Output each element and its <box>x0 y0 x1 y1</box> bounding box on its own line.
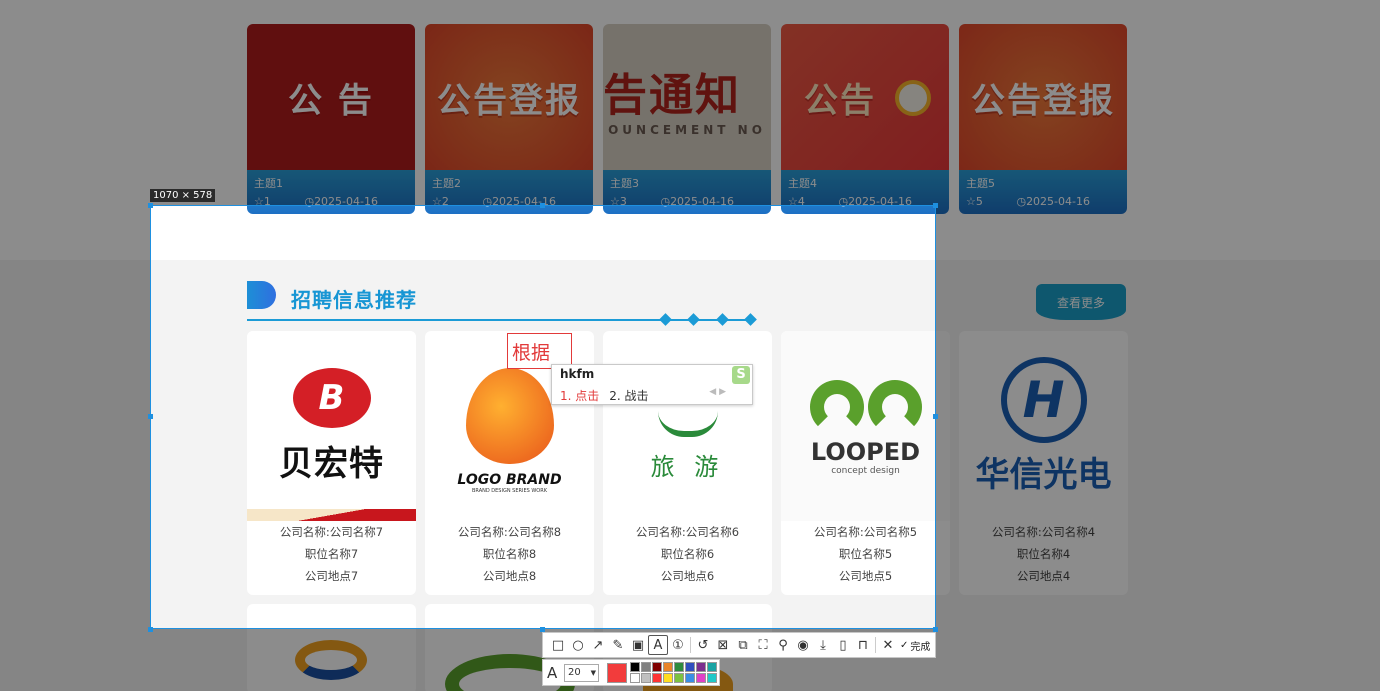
resize-handle[interactable] <box>148 414 153 419</box>
record-icon[interactable]: ◉ <box>793 635 813 655</box>
font-icon: A <box>547 664 558 682</box>
undo-icon[interactable]: ↺ <box>693 635 713 655</box>
color-swatch[interactable] <box>707 673 717 683</box>
ime-candidate[interactable]: 2. 战击 <box>609 387 648 404</box>
mosaic-icon[interactable]: ▣ <box>628 635 648 655</box>
done-label: 完成 <box>910 641 931 653</box>
dim-overlay <box>936 205 1380 629</box>
bookmark-icon[interactable]: ⊓ <box>853 635 873 655</box>
toolbar-separator <box>875 637 876 653</box>
color-swatch[interactable] <box>663 662 673 672</box>
scroll-capture-icon[interactable]: ⛶ <box>753 635 773 655</box>
color-swatch[interactable] <box>674 662 684 672</box>
number-icon[interactable]: ① <box>668 635 688 655</box>
color-swatch[interactable] <box>696 662 706 672</box>
resize-handle[interactable] <box>933 414 938 419</box>
ime-candidate-window: hkfm 1. 点击 2. 战击 ◀ ▶ S <box>551 364 753 405</box>
translate-icon[interactable]: ⧉ <box>733 635 753 655</box>
selection-area[interactable] <box>150 205 936 629</box>
color-swatch[interactable] <box>652 662 662 672</box>
color-swatch[interactable] <box>641 673 651 683</box>
resize-handle[interactable] <box>933 203 938 208</box>
color-swatch[interactable] <box>641 662 651 672</box>
color-swatch[interactable] <box>630 673 640 683</box>
color-palette <box>630 662 717 683</box>
ocr-icon[interactable]: ⊠ <box>713 635 733 655</box>
sogou-logo-icon: S <box>732 366 750 384</box>
pin-icon[interactable]: ⚲ <box>773 635 793 655</box>
capture-toolbar: □ ○ ↗ ✎ ▣ A ① ↺ ⊠ ⧉ ⛶ ⚲ ◉ ⤓ ▯ ⊓ ✕ ✓ 完成 <box>542 632 936 658</box>
resize-handle[interactable] <box>148 627 153 632</box>
ellipse-icon[interactable]: ○ <box>568 635 588 655</box>
pen-icon[interactable]: ✎ <box>608 635 628 655</box>
dim-overlay <box>0 0 1380 205</box>
arrow-icon[interactable]: ↗ <box>588 635 608 655</box>
ime-page-arrows-icon[interactable]: ◀ ▶ <box>709 387 726 397</box>
save-icon[interactable]: ▯ <box>833 635 853 655</box>
font-size-select[interactable]: 20 <box>564 664 599 682</box>
text-style-toolbar: A 20 <box>542 659 720 686</box>
text-icon[interactable]: A <box>648 635 668 655</box>
toolbar-separator <box>690 637 691 653</box>
color-swatch[interactable] <box>696 673 706 683</box>
color-swatch[interactable] <box>707 662 717 672</box>
color-swatch[interactable] <box>685 662 695 672</box>
done-button[interactable]: ✓ 完成 <box>900 638 930 653</box>
ime-candidate[interactable]: 1. 点击 <box>560 387 599 404</box>
resize-handle[interactable] <box>148 203 153 208</box>
resize-handle[interactable] <box>540 203 545 208</box>
check-icon: ✓ <box>900 639 909 651</box>
close-icon[interactable]: ✕ <box>878 635 898 655</box>
color-swatch[interactable] <box>663 673 673 683</box>
current-color-swatch[interactable] <box>607 663 627 683</box>
selection-size-label: 1070 × 578 <box>150 189 216 202</box>
dim-overlay <box>0 205 150 629</box>
ime-input-text: hkfm <box>560 367 595 381</box>
color-swatch[interactable] <box>652 673 662 683</box>
color-swatch[interactable] <box>685 673 695 683</box>
download-icon[interactable]: ⤓ <box>813 635 833 655</box>
color-swatch[interactable] <box>674 673 684 683</box>
color-swatch[interactable] <box>630 662 640 672</box>
rectangle-icon[interactable]: □ <box>548 635 568 655</box>
